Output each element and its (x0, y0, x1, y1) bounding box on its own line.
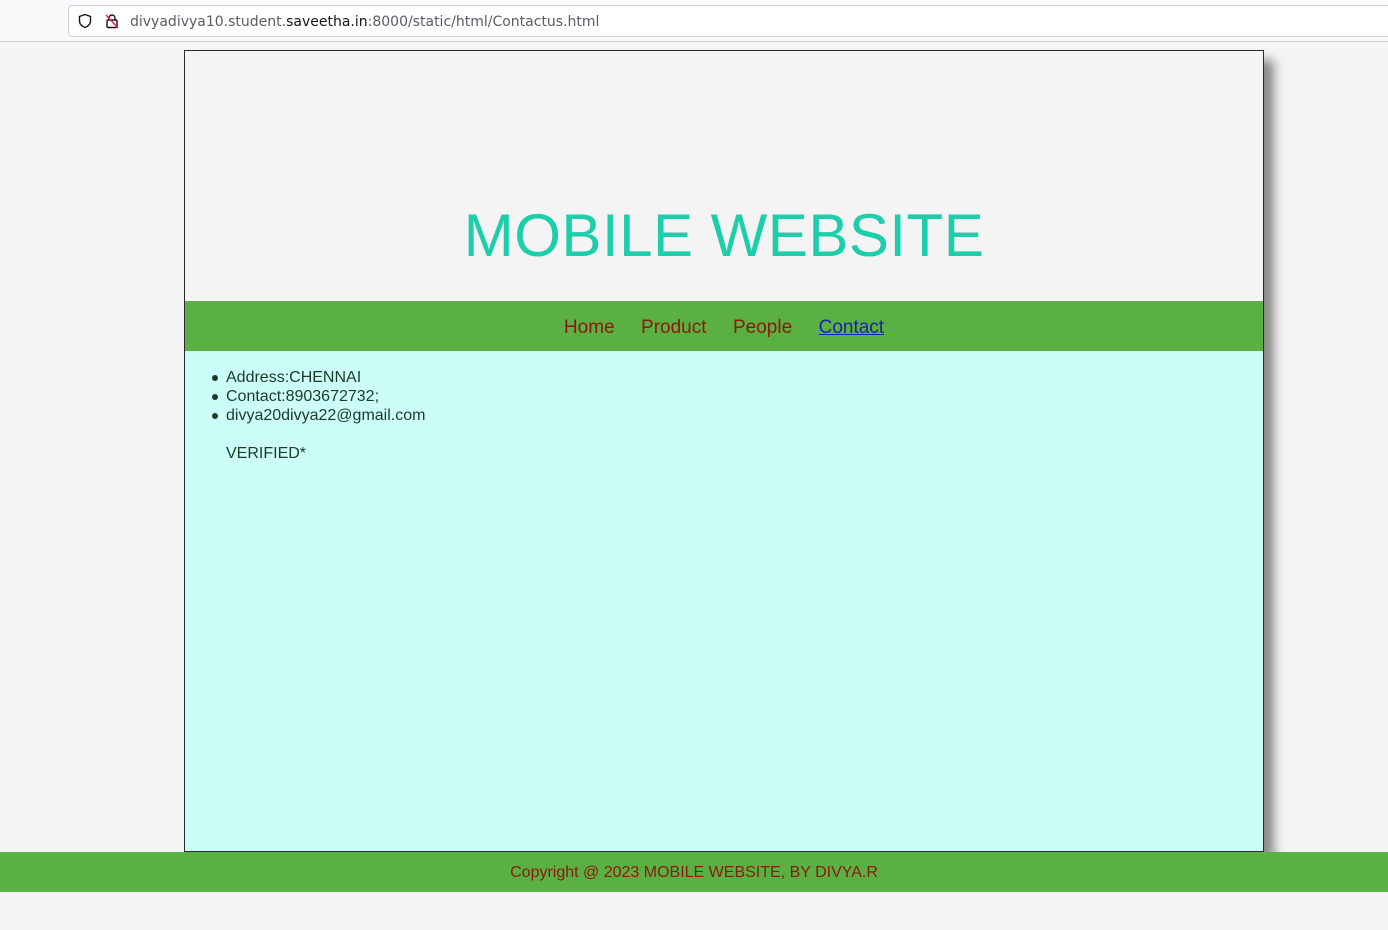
address-item: Address:CHENNAI (212, 368, 1263, 387)
address-bar[interactable]: divyadivya10.student.saveetha.in:8000/st… (68, 5, 1388, 37)
url-prefix: divyadivya10.student. (130, 14, 287, 30)
browser-toolbar: divyadivya10.student.saveetha.in:8000/st… (0, 0, 1388, 42)
nav-product-link[interactable]: Product (641, 317, 706, 339)
nav-people-link[interactable]: People (733, 317, 792, 339)
contact-list: Address:CHENNAI Contact:8903672732; divy… (212, 368, 1263, 425)
header: MOBILE WEBSITE (185, 51, 1263, 301)
url-text[interactable]: divyadivya10.student.saveetha.in:8000/st… (130, 13, 599, 31)
email-item: divya20divya22@gmail.com (212, 406, 1263, 425)
phone-item: Contact:8903672732; (212, 387, 1263, 406)
url-domain: saveetha.in (286, 14, 368, 30)
contact-content: Address:CHENNAI Contact:8903672732; divy… (185, 351, 1263, 851)
url-suffix: :8000/static/html/Contactus.html (367, 14, 600, 30)
copyright-text: Copyright @ 2023 MOBILE WEBSITE, BY DIVY… (510, 864, 878, 881)
insecure-lock-icon[interactable] (104, 13, 120, 29)
shield-icon[interactable] (77, 13, 93, 29)
site-title: MOBILE WEBSITE (463, 202, 985, 269)
nav-bar: Home Product People Contact (185, 301, 1263, 351)
nav-contact-link[interactable]: Contact (819, 317, 884, 339)
footer: Copyright @ 2023 MOBILE WEBSITE, BY DIVY… (0, 852, 1388, 892)
page-container: MOBILE WEBSITE Home Product People Conta… (184, 50, 1264, 852)
verified-text: VERIFIED* (226, 445, 307, 462)
nav-home-link[interactable]: Home (564, 317, 615, 339)
